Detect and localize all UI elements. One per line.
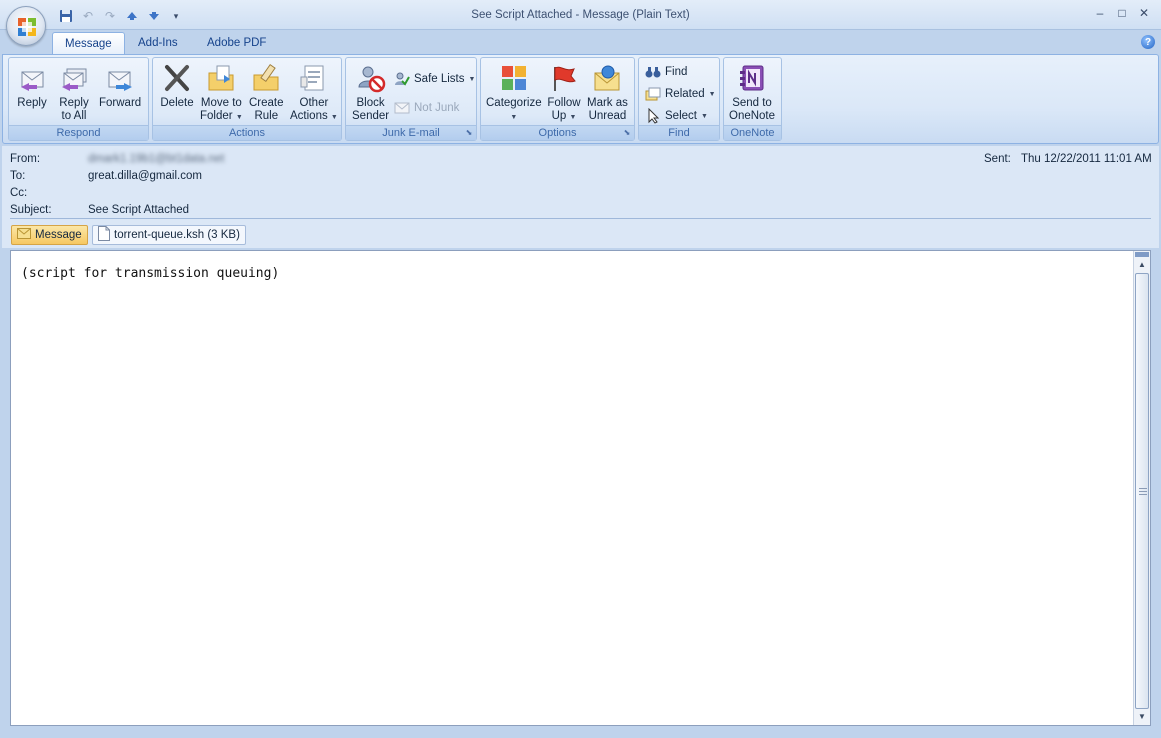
move-folder-icon	[204, 61, 238, 95]
vertical-scrollbar[interactable]: ▲ ▼	[1133, 251, 1150, 725]
other-actions-button[interactable]: Other Actions ▼	[290, 61, 338, 124]
maximize-button[interactable]: □	[1113, 4, 1131, 22]
group-label-onenote: OneNote	[724, 125, 781, 140]
reply-all-icon	[57, 61, 91, 95]
group-respond: Reply Reply to All Forward Respond	[8, 57, 149, 141]
window-controls: – □ ✕	[1091, 4, 1153, 22]
message-header: From: dmark1.19b1@bt1data.net To: great.…	[2, 146, 1159, 248]
tab-adobe-pdf[interactable]: Adobe PDF	[195, 32, 278, 54]
onenote-icon	[735, 61, 769, 95]
group-find: Find Related ▼ Select ▼ Find	[638, 57, 720, 141]
subject-label: Subject:	[10, 204, 52, 216]
options-dialog-launcher-icon[interactable]: ⬊	[622, 128, 632, 138]
follow-up-flag-icon	[547, 61, 581, 95]
sent-value: Thu 12/22/2011 11:01 AM	[1021, 153, 1152, 165]
not-junk-button[interactable]: Not Junk	[394, 100, 459, 116]
binoculars-icon	[645, 64, 661, 80]
related-icon	[645, 86, 661, 102]
safe-lists-icon	[394, 71, 410, 87]
not-junk-icon	[394, 100, 410, 116]
forward-button[interactable]: Forward	[99, 61, 141, 110]
group-onenote: Send to OneNote OneNote	[723, 57, 782, 141]
create-rule-button[interactable]: Create Rule	[249, 61, 284, 123]
document-icon	[98, 226, 110, 244]
cursor-icon	[645, 108, 661, 124]
find-button[interactable]: Find	[645, 64, 687, 80]
ribbon-tabs: Message Add-Ins Adobe PDF	[0, 30, 1161, 54]
block-sender-button[interactable]: Block Sender	[352, 61, 389, 123]
other-actions-icon	[297, 61, 331, 95]
title-bar: ↶ ↷ ▾ See Script Attached - Message (Pla…	[0, 0, 1161, 30]
ribbon: Reply Reply to All Forward Respond Delete	[2, 54, 1159, 144]
from-value[interactable]: dmark1.19b1@bt1data.net	[88, 153, 224, 165]
create-rule-icon	[249, 61, 283, 95]
to-label: To:	[10, 170, 26, 182]
forward-icon	[103, 61, 137, 95]
message-tab[interactable]: Message	[11, 225, 88, 245]
select-button[interactable]: Select ▼	[645, 108, 708, 124]
tab-message[interactable]: Message	[52, 32, 125, 54]
group-label-respond: Respond	[9, 125, 148, 140]
from-label: From:	[10, 153, 41, 165]
header-divider	[10, 218, 1151, 219]
help-icon[interactable]: ?	[1141, 35, 1155, 49]
categorize-icon	[497, 61, 531, 95]
subject-value: See Script Attached	[88, 204, 190, 216]
related-button[interactable]: Related ▼	[645, 86, 716, 102]
scrollbar-grip-icon	[1139, 488, 1147, 495]
mark-as-unread-button[interactable]: Mark as Unread	[587, 61, 628, 123]
follow-up-button[interactable]: Follow Up ▼	[547, 61, 581, 124]
junk-dialog-launcher-icon[interactable]: ⬊	[464, 128, 474, 138]
to-value[interactable]: great.dilla@gmail.com	[88, 170, 202, 182]
message-body[interactable]: (script for transmission queuing) ▲ ▼	[10, 250, 1151, 726]
tab-add-ins[interactable]: Add-Ins	[126, 32, 190, 54]
scrollbar-thumb[interactable]	[1135, 273, 1149, 709]
office-button[interactable]	[6, 6, 46, 46]
safe-lists-button[interactable]: Safe Lists ▼	[394, 71, 475, 87]
scroll-up-icon[interactable]: ▲	[1134, 257, 1150, 273]
reply-all-button[interactable]: Reply to All	[57, 61, 91, 123]
group-junk-email: Block Sender Safe Lists ▼ Not Junk Junk E…	[345, 57, 477, 141]
delete-icon	[160, 61, 194, 95]
group-label-junk: Junk E-mail	[346, 125, 476, 140]
mark-unread-icon	[590, 61, 624, 95]
group-label-options: Options	[481, 125, 634, 140]
body-text: (script for transmission queuing)	[21, 266, 280, 281]
close-button[interactable]: ✕	[1135, 4, 1153, 22]
reply-button[interactable]: Reply	[15, 61, 49, 110]
envelope-icon	[17, 228, 31, 242]
sent-label: Sent:	[984, 153, 1011, 165]
scroll-down-icon[interactable]: ▼	[1134, 709, 1150, 725]
group-label-find: Find	[639, 125, 719, 140]
group-label-actions: Actions	[153, 125, 341, 140]
categorize-button[interactable]: Categorize ▼	[486, 61, 542, 124]
group-options: Categorize ▼ Follow Up ▼ Mark as Unread Opt…	[480, 57, 635, 141]
window-title: See Script Attached - Message (Plain Tex…	[471, 9, 690, 21]
cc-label: Cc:	[10, 187, 28, 199]
minimize-button[interactable]: –	[1091, 4, 1109, 22]
move-to-folder-button[interactable]: Move to Folder ▼	[200, 61, 243, 124]
delete-button[interactable]: Delete	[160, 61, 194, 110]
block-sender-icon	[354, 61, 388, 95]
attachment-file[interactable]: torrent-queue.ksh (3 KB)	[92, 225, 246, 245]
send-to-onenote-button[interactable]: Send to OneNote	[729, 61, 775, 123]
office-logo-icon	[18, 18, 36, 36]
group-actions: Delete Move to Folder ▼ Create Rule Other A…	[152, 57, 342, 141]
reply-icon	[15, 61, 49, 95]
